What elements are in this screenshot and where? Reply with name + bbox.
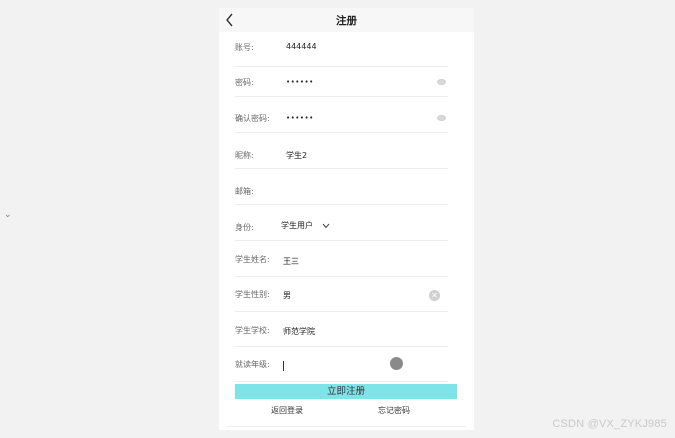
student-name-row: 学生姓名: 王三 bbox=[235, 246, 448, 277]
watermark: CSDN @VX_ZYKJ985 bbox=[552, 418, 667, 430]
nav-bar: 注册 bbox=[219, 8, 474, 32]
account-label: 账号: bbox=[235, 43, 254, 52]
student-name-input[interactable]: 王三 bbox=[283, 256, 299, 267]
identity-row: 身份: 学生用户 bbox=[235, 210, 448, 241]
account-input[interactable]: 444444 bbox=[286, 42, 317, 51]
confirm-password-row: 确认密码: •••••• bbox=[235, 102, 448, 133]
eye-icon[interactable] bbox=[437, 115, 446, 121]
student-school-row: 学生学校: 师范学院 bbox=[235, 316, 448, 347]
nickname-input[interactable]: 学生2 bbox=[286, 150, 307, 161]
password-label: 密码: bbox=[235, 78, 254, 87]
identity-value: 学生用户 bbox=[281, 221, 313, 230]
student-gender-label: 学生性别: bbox=[235, 290, 270, 299]
identity-label: 身份: bbox=[235, 223, 254, 232]
page-title: 注册 bbox=[336, 14, 357, 27]
grade-row: 就读年级: bbox=[235, 351, 448, 382]
divider bbox=[227, 426, 466, 427]
register-screen: 注册 账号: 444444 密码: •••••• 确认密码: •••••• 昵称… bbox=[219, 8, 474, 430]
eye-icon[interactable] bbox=[437, 79, 446, 85]
student-gender-row: 学生性别: 男 ✕ bbox=[235, 281, 448, 312]
student-gender-input[interactable]: 男 bbox=[283, 290, 291, 301]
chevron-down-icon bbox=[322, 223, 329, 228]
chevron-down-icon: ⌄ bbox=[4, 210, 12, 220]
confirm-password-label: 确认密码: bbox=[235, 114, 270, 123]
student-school-input[interactable]: 师范学院 bbox=[283, 326, 315, 337]
nickname-label: 昵称: bbox=[235, 151, 254, 160]
email-row: 邮箱: bbox=[235, 174, 448, 205]
email-label: 邮箱: bbox=[235, 187, 254, 196]
back-arrow-icon[interactable] bbox=[224, 12, 236, 28]
nickname-row: 昵称: 学生2 bbox=[235, 138, 448, 169]
identity-select[interactable]: 学生用户 bbox=[281, 220, 330, 231]
grade-label: 就读年级: bbox=[235, 360, 270, 369]
touch-indicator bbox=[390, 357, 403, 370]
confirm-password-input[interactable]: •••••• bbox=[286, 114, 314, 122]
grade-input-cursor[interactable] bbox=[283, 361, 284, 371]
password-row: 密码: •••••• bbox=[235, 66, 448, 97]
back-to-login-link[interactable]: 返回登录 bbox=[271, 405, 303, 416]
student-name-label: 学生姓名: bbox=[235, 255, 270, 264]
student-school-label: 学生学校: bbox=[235, 326, 270, 335]
forgot-password-link[interactable]: 忘记密码 bbox=[378, 405, 410, 416]
clear-icon[interactable]: ✕ bbox=[429, 290, 440, 301]
account-row: 账号: 444444 bbox=[235, 36, 448, 67]
register-button[interactable]: 立即注册 bbox=[235, 384, 457, 399]
password-input[interactable]: •••••• bbox=[286, 78, 314, 86]
